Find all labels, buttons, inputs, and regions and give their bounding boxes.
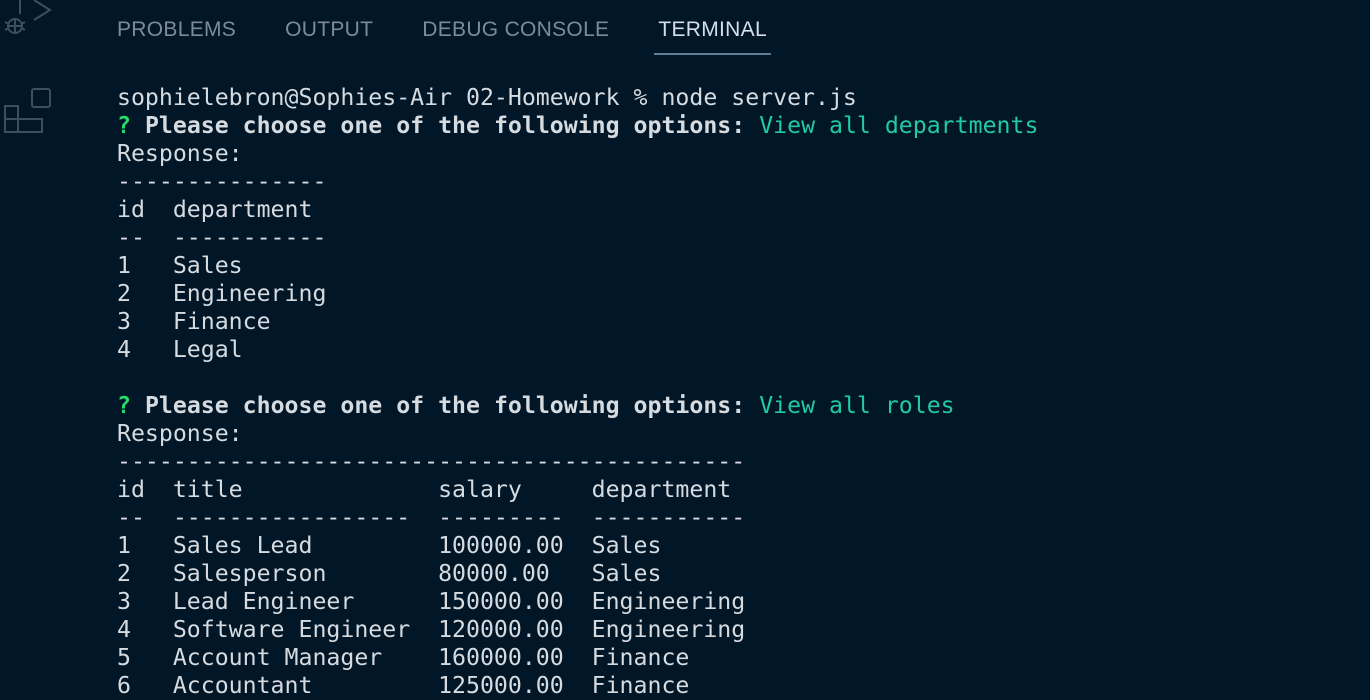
terminal-line: --------------- [117, 168, 327, 195]
prompt-marker: ? [117, 112, 131, 139]
terminal-line: id department [117, 196, 313, 223]
terminal-line: 2 Salesperson 80000.00 Sales [117, 560, 662, 587]
terminal-line: id title salary department [117, 476, 732, 503]
tab-problems[interactable]: PROBLEMS [117, 18, 236, 55]
terminal-line: 2 Engineering [117, 280, 327, 307]
terminal-line: 3 Finance [117, 308, 271, 335]
prompt-question: Please choose one of the following optio… [144, 392, 746, 419]
terminal-output[interactable]: sophielebron@Sophies-Air 02-Homework % n… [117, 84, 1038, 700]
terminal-line: Response: [117, 420, 243, 447]
terminal-line: 1 Sales Lead 100000.00 Sales [117, 532, 662, 559]
prompt-marker: ? [117, 392, 131, 419]
terminal-line: 6 Accountant 125000.00 Finance [117, 672, 690, 699]
prompt-answer: View all roles [759, 392, 955, 419]
terminal-line: -- ----------- [117, 224, 327, 251]
terminal-line: -- ----------------- --------- ---------… [117, 504, 746, 531]
extensions-icon[interactable] [0, 86, 56, 136]
terminal-line: ----------------------------------------… [117, 448, 746, 475]
terminal-line: 4 Software Engineer 120000.00 Engineerin… [117, 616, 746, 643]
prompt-line: ? Please choose one of the following opt… [117, 112, 1038, 140]
terminal-line: 5 Account Manager 160000.00 Finance [117, 644, 690, 671]
prompt-answer: View all departments [759, 112, 1039, 139]
tab-debug-console[interactable]: DEBUG CONSOLE [422, 18, 609, 55]
prompt-question: Please choose one of the following optio… [144, 112, 746, 139]
terminal-line: 1 Sales [117, 252, 243, 279]
prompt-line: ? Please choose one of the following opt… [117, 392, 1038, 420]
terminal-line: 4 Legal [117, 336, 243, 363]
tab-output[interactable]: OUTPUT [285, 18, 373, 55]
terminal-line: sophielebron@Sophies-Air 02-Homework % n… [117, 84, 857, 111]
activity-bar [0, 0, 60, 680]
run-debug-icon[interactable] [0, 0, 56, 40]
tab-terminal[interactable]: TERMINAL [654, 18, 771, 55]
panel-tabs: PROBLEMS OUTPUT DEBUG CONSOLE TERMINAL [117, 18, 820, 55]
terminal-line: Response: [117, 140, 243, 167]
terminal-line: 3 Lead Engineer 150000.00 Engineering [117, 588, 746, 615]
